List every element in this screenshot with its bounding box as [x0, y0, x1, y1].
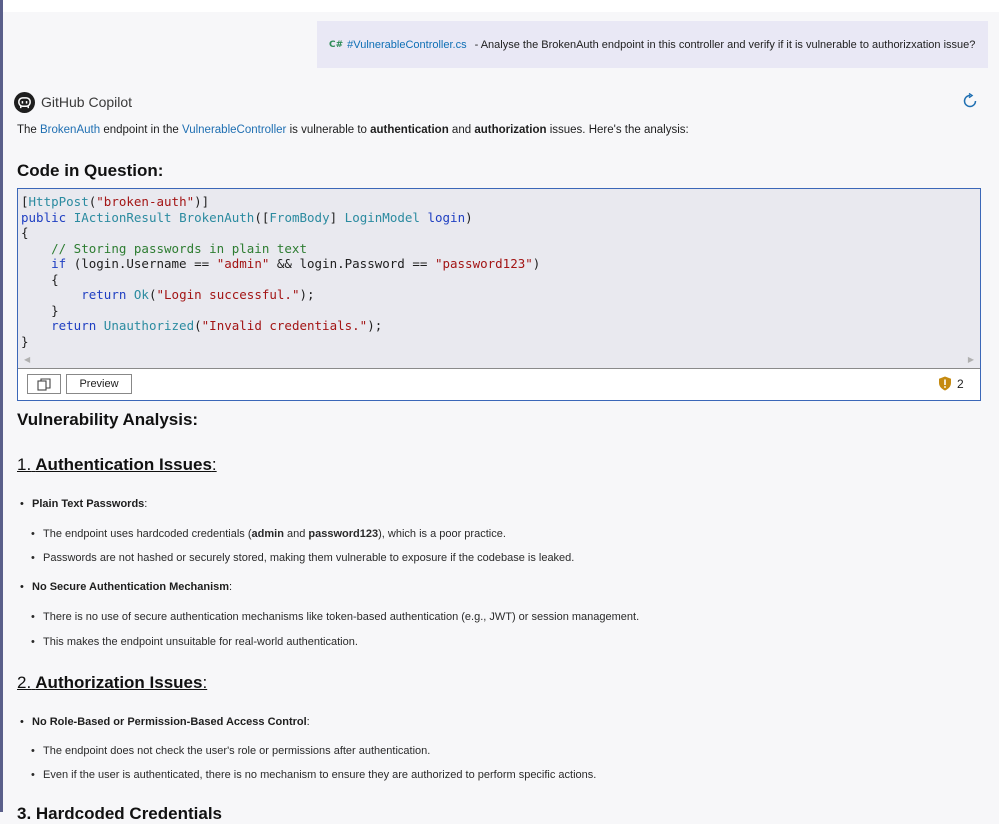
sub-text: The endpoint uses hardcoded credentials … — [43, 528, 252, 540]
intro-text: and — [448, 124, 475, 136]
code-line: { — [21, 271, 59, 287]
user-message-text: - Analyse the BrokenAuth endpoint in thi… — [474, 38, 976, 51]
intro-text: issues. Here's the analysis: — [546, 124, 689, 136]
sub-bold: password123 — [308, 528, 379, 540]
list-item: • No Secure Authentication Mechanism: — [20, 581, 233, 593]
intro-bold: authentication — [370, 124, 449, 136]
copilot-header: GitHub Copilot — [14, 91, 132, 113]
code-line: } — [21, 333, 29, 349]
heading-number: 2. — [17, 673, 32, 692]
warning-count: 2 — [957, 376, 964, 391]
code-line: // Storing passwords in plain text — [51, 240, 307, 256]
authentication-issues-heading: 1. Authentication Issues: — [17, 455, 217, 475]
list-item: • Plain Text Passwords: — [20, 498, 148, 510]
sub-text: Even if the user is authenticated, there… — [43, 769, 597, 781]
hardcoded-credentials-heading-partial: 3. Hardcoded Credentials — [17, 804, 223, 823]
copilot-avatar-icon — [14, 91, 35, 113]
preview-button[interactable]: Preview — [66, 374, 132, 394]
code-content: [HttpPost("broken-auth")] public IAction… — [18, 189, 980, 349]
intro-text: The — [17, 124, 41, 136]
sub-text: Passwords are not hashed or securely sto… — [43, 552, 575, 564]
sub-list-item: • There is no use of secure authenticatio… — [31, 611, 640, 623]
intro-paragraph: The BrokenAuth endpoint in the Vulnerabl… — [17, 124, 689, 136]
code-toolbar: Preview 2 — [18, 369, 980, 401]
horizontal-scrollbar[interactable]: ◀ ▶ — [22, 355, 976, 364]
file-reference-link[interactable]: C# #VulnerableController.cs — [329, 39, 467, 51]
left-rail — [0, 0, 3, 812]
intro-text: endpoint in the — [100, 124, 182, 136]
code-line: return Ok("Login successful."); — [81, 287, 315, 302]
code-line: { — [21, 225, 29, 240]
analysis-section-title: Vulnerability Analysis: — [17, 410, 199, 429]
sub-text: This makes the endpoint unsuitable for r… — [43, 636, 358, 648]
csharp-file-icon: C# — [329, 39, 344, 50]
code-line: if (login.Username == "admin" && login.P… — [51, 256, 541, 271]
intro-bold: authorization — [474, 124, 547, 136]
code-area[interactable]: [HttpPost("broken-auth")] public IAction… — [18, 189, 980, 369]
code-line: } — [21, 302, 59, 318]
copy-icon — [37, 377, 51, 391]
heading-title: Authentication Issues — [35, 455, 212, 474]
heading-colon: : — [211, 455, 217, 474]
user-message: C# #VulnerableController.cs - Analyse th… — [317, 21, 988, 68]
scroll-left-icon[interactable]: ◀ — [24, 355, 30, 364]
list-item-title: No Role-Based or Permission-Based Access… — [32, 716, 307, 728]
brokenauth-link[interactable]: BrokenAuth — [40, 124, 100, 136]
list-item-colon: : — [144, 498, 148, 510]
copilot-name: GitHub Copilot — [41, 94, 133, 110]
sub-list-item: • Passwords are not hashed or securely st… — [31, 552, 575, 564]
sub-list-item: • This makes the endpoint unsuitable for … — [31, 636, 358, 648]
code-line: [HttpPost("broken-auth")] — [21, 194, 210, 209]
warning-indicator[interactable]: 2 — [938, 376, 964, 391]
heading-title: Authorization Issues — [35, 673, 203, 692]
file-reference-label: #VulnerableController.cs — [347, 38, 467, 51]
vulnerablecontroller-link[interactable]: VulnerableController — [182, 124, 286, 136]
list-item-colon: : — [229, 581, 233, 593]
sub-text: There is no use of secure authentication… — [43, 611, 640, 623]
sub-text: and — [283, 528, 309, 540]
list-item-colon: : — [306, 716, 310, 728]
sub-text: The endpoint does not check the user's r… — [43, 745, 431, 757]
list-item-title: Plain Text Passwords — [32, 498, 145, 510]
sub-list-item: • Even if the user is authenticated, ther… — [31, 769, 597, 781]
refresh-icon[interactable] — [961, 92, 979, 110]
top-band — [3, 0, 999, 12]
shield-warning-icon — [939, 376, 951, 391]
list-item-title: No Secure Authentication Mechanism — [32, 581, 230, 593]
authorization-issues-heading: 2. Authorization Issues: — [17, 673, 207, 693]
scroll-right-icon[interactable]: ▶ — [968, 355, 974, 364]
list-item: • No Role-Based or Permission-Based Acces… — [20, 716, 310, 728]
sub-list-item: • The endpoint uses hardcoded credentials… — [31, 528, 506, 540]
heading-number: 1. — [17, 455, 32, 474]
sub-bold: admin — [251, 528, 284, 540]
code-section-title: Code in Question: — [17, 161, 164, 180]
copy-button[interactable] — [27, 374, 61, 394]
code-line: public IActionResult BrokenAuth([FromBod… — [21, 209, 473, 225]
sub-text: ), which is a poor practice. — [378, 528, 506, 540]
heading-colon: : — [202, 673, 208, 692]
code-line: return Unauthorized("Invalid credentials… — [51, 318, 383, 333]
code-block: [HttpPost("broken-auth")] public IAction… — [17, 188, 981, 401]
intro-text: is vulnerable to — [286, 124, 371, 136]
sub-list-item: • The endpoint does not check the user's … — [31, 745, 431, 757]
